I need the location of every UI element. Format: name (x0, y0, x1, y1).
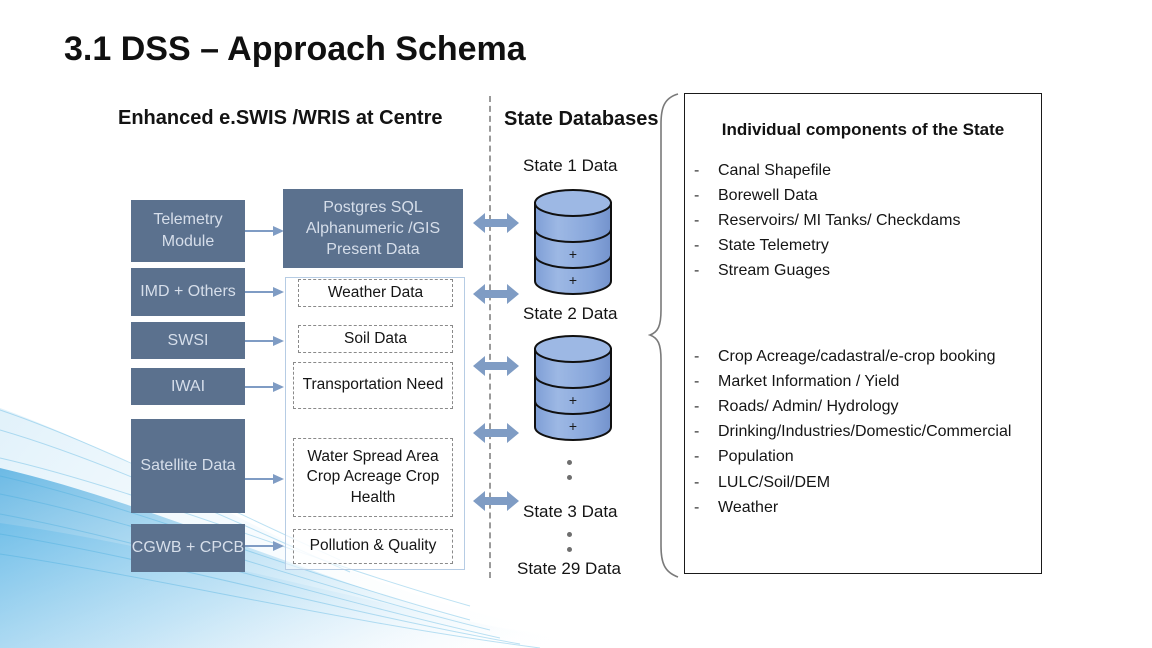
source-box-label: SWSI (167, 331, 209, 349)
state-label-1: State 1 Data (523, 156, 618, 175)
list-item: - Reservoirs/ MI Tanks/ Checkdams (685, 208, 1041, 233)
list-item-label: Crop Acreage/cadastral/e-crop booking (718, 347, 996, 365)
source-box-swsi[interactable]: SWSI (131, 322, 245, 359)
sync-arrow-2 (473, 284, 519, 304)
list-item: - Borewell Data (685, 183, 1041, 208)
bullet-dash: - (694, 498, 700, 516)
derived-box-weather-data[interactable]: Weather Data (298, 279, 453, 307)
bullet-dash: - (694, 423, 700, 441)
source-box-label: Telemetry Module (153, 211, 223, 250)
list-item-label: Canal Shapefile (718, 161, 831, 179)
bullet-dash: - (694, 211, 700, 229)
derived-box-transportation-need[interactable]: Transportation Need (293, 362, 453, 409)
source-box-satellite-data[interactable]: Satellite Data (131, 419, 245, 513)
state-label-3: State 3 Data (523, 502, 618, 521)
list-item-label: Market Information / Yield (718, 372, 900, 390)
page-title: 3.1 DSS – Approach Schema (64, 30, 526, 68)
list-item-label: Roads/ Admin/ Hydrology (718, 397, 899, 415)
list-item-label: State Telemetry (718, 237, 829, 255)
cylinder-plus-2: + (569, 272, 577, 288)
postgres-sql-label: Postgres SQL Alphanumeric /GIS Present D… (305, 198, 441, 259)
connector-arrow-swsi (245, 336, 284, 346)
bullet-dash: - (694, 237, 700, 255)
ellipsis-dots-upper (567, 455, 572, 485)
source-box-imd-others[interactable]: IMD + Others (131, 268, 245, 316)
dot (567, 547, 572, 552)
connector-arrow-satellite (245, 474, 284, 484)
list-item: - Canal Shapefile (685, 158, 1041, 183)
dot (567, 475, 572, 480)
postgres-sql-box[interactable]: Postgres SQL Alphanumeric /GIS Present D… (283, 189, 463, 268)
source-box-telemetry-module[interactable]: Telemetry Module (131, 200, 245, 262)
connector-arrow-cgwb (245, 541, 284, 551)
derived-box-soil-data[interactable]: Soil Data (298, 325, 453, 353)
list-item-label: LULC/Soil/DEM (718, 473, 831, 491)
sync-arrow-1 (473, 213, 519, 233)
dot (567, 532, 572, 537)
connector-arrow-telemetry (245, 226, 284, 236)
list-item: - Market Information / Yield (685, 369, 1041, 394)
list-item: - Crop Acreage/cadastral/e-crop booking (685, 344, 1041, 369)
list-item-label: Population (718, 448, 794, 466)
bullet-dash: - (694, 347, 700, 365)
list-item: - Drinking/Industries/Domestic/Commercia… (685, 420, 1041, 445)
sync-arrow-4 (473, 423, 519, 443)
source-box-iwai[interactable]: IWAI (131, 368, 245, 405)
sync-arrow-5 (473, 491, 519, 511)
cylinder-plus-1: + (569, 392, 577, 408)
source-box-label: IMD + Others (140, 283, 236, 301)
list-item: - State Telemetry (685, 234, 1041, 259)
state-label-29: State 29 Data (517, 559, 621, 578)
bullet-dash: - (694, 372, 700, 390)
cylinder-plus-1: + (569, 246, 577, 262)
list-item-label: Stream Guages (718, 262, 831, 280)
derived-box-label: Pollution & Quality (309, 537, 437, 555)
list-item: - Weather (685, 495, 1041, 520)
bullet-dash: - (694, 448, 700, 466)
list-item-label: Weather (718, 498, 779, 516)
state-components-list-primary: - Canal Shapefile - Borewell Data - Rese… (685, 158, 1041, 284)
list-item: - Stream Guages (685, 259, 1041, 284)
derived-data-panel (285, 277, 465, 570)
state-label-2: State 2 Data (523, 304, 618, 323)
state-databases-heading: State Databases (504, 108, 659, 130)
derived-box-water-spread-crop[interactable]: Water Spread Area Crop Acreage Crop Heal… (293, 438, 453, 517)
list-item: - LULC/Soil/DEM (685, 470, 1041, 495)
state-components-list-secondary: - Crop Acreage/cadastral/e-crop booking … (685, 344, 1041, 520)
list-item-label: Drinking/Industries/Domestic/Commercial (718, 423, 1012, 441)
dot (567, 460, 572, 465)
derived-box-label: Transportation Need (302, 376, 444, 394)
source-box-label: Satellite Data (140, 457, 236, 475)
source-box-label: IWAI (170, 377, 206, 395)
state-components-panel: Individual components of the State - Can… (684, 93, 1042, 574)
state-components-title: Individual components of the State (721, 120, 1005, 139)
connector-arrow-imd (245, 287, 284, 297)
list-item: - Population (685, 445, 1041, 470)
list-item: - Roads/ Admin/ Hydrology (685, 394, 1041, 419)
bullet-dash: - (694, 262, 700, 280)
state-database-cylinder-2[interactable]: + + (532, 333, 614, 443)
connector-arrow-iwai (245, 382, 284, 392)
grouping-brace (648, 93, 679, 578)
derived-box-label: Water Spread Area Crop Acreage Crop Heal… (306, 448, 440, 506)
source-box-cgwb-cpcb[interactable]: CGWB + CPCB (131, 524, 245, 572)
source-box-label: CGWB + CPCB (131, 539, 245, 557)
bullet-dash: - (694, 473, 700, 491)
sync-arrow-3 (473, 356, 519, 376)
state-database-cylinder-1[interactable]: + + (532, 187, 614, 297)
list-item-label: Reservoirs/ MI Tanks/ Checkdams (718, 211, 961, 229)
bullet-dash: - (694, 186, 700, 204)
derived-box-label: Soil Data (344, 329, 407, 347)
centre-column-heading: Enhanced e.SWIS /WRIS at Centre (118, 107, 443, 129)
ellipsis-dots-lower (567, 527, 572, 557)
cylinder-plus-2: + (569, 418, 577, 434)
list-item-label: Borewell Data (718, 186, 818, 204)
derived-box-label: Weather Data (327, 283, 424, 301)
bullet-dash: - (694, 397, 700, 415)
bullet-dash: - (694, 161, 700, 179)
derived-box-pollution-quality[interactable]: Pollution & Quality (293, 529, 453, 564)
